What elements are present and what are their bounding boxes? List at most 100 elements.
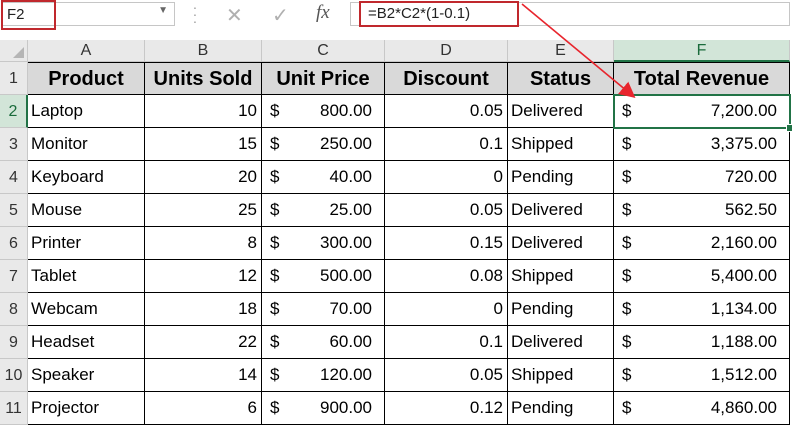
cell-f6[interactable]: $2,160.00 — [614, 227, 790, 260]
formula-bar-area: F2 ▼ · · · ✕ ✓ fx =B2*C2*(1-0.1) — [0, 0, 792, 32]
cell-c4[interactable]: $40.00 — [262, 161, 385, 194]
header-cell-b[interactable]: Units Sold — [145, 62, 262, 95]
cell-e9[interactable]: Delivered — [508, 326, 614, 359]
drag-dots-icon[interactable]: · · · — [191, 0, 199, 28]
column-header-b[interactable]: B — [145, 40, 262, 62]
cell-c6[interactable]: $300.00 — [262, 227, 385, 260]
cell-f11[interactable]: $4,860.00 — [614, 392, 790, 425]
cell-a2[interactable]: Laptop — [28, 95, 145, 128]
cell-d10[interactable]: 0.05 — [385, 359, 508, 392]
column-header-c[interactable]: C — [262, 40, 385, 62]
cell-b7[interactable]: 12 — [145, 260, 262, 293]
row-header-2[interactable]: 2 — [0, 95, 28, 128]
cell-f9[interactable]: $1,188.00 — [614, 326, 790, 359]
cell-a10[interactable]: Speaker — [28, 359, 145, 392]
currency-symbol: $ — [622, 233, 632, 252]
cell-c7[interactable]: $500.00 — [262, 260, 385, 293]
cell-f3[interactable]: $3,375.00 — [614, 128, 790, 161]
header-cell-f[interactable]: Total Revenue — [614, 62, 790, 95]
cell-f4[interactable]: $720.00 — [614, 161, 790, 194]
insert-function-icon[interactable]: fx — [316, 2, 330, 24]
cell-b2[interactable]: 10 — [145, 95, 262, 128]
cell-b4[interactable]: 20 — [145, 161, 262, 194]
cell-d3[interactable]: 0.1 — [385, 128, 508, 161]
cell-c2[interactable]: $800.00 — [262, 95, 385, 128]
row-header-8[interactable]: 8 — [0, 293, 28, 326]
cell-c8[interactable]: $70.00 — [262, 293, 385, 326]
cell-d7[interactable]: 0.08 — [385, 260, 508, 293]
cell-d4[interactable]: 0 — [385, 161, 508, 194]
cell-d2[interactable]: 0.05 — [385, 95, 508, 128]
cell-e5[interactable]: Delivered — [508, 194, 614, 227]
formula-annotation-box — [359, 1, 519, 27]
row-header-9[interactable]: 9 — [0, 326, 28, 359]
cell-b11[interactable]: 6 — [145, 392, 262, 425]
cell-b10[interactable]: 14 — [145, 359, 262, 392]
column-header-d[interactable]: D — [385, 40, 508, 62]
chevron-down-icon[interactable]: ▼ — [158, 5, 168, 16]
cancel-icon[interactable]: ✕ — [226, 3, 243, 28]
cell-a3[interactable]: Monitor — [28, 128, 145, 161]
cell-b5[interactable]: 25 — [145, 194, 262, 227]
row-header-5[interactable]: 5 — [0, 194, 28, 227]
cell-b6[interactable]: 8 — [145, 227, 262, 260]
cell-a9[interactable]: Headset — [28, 326, 145, 359]
cell-b8[interactable]: 18 — [145, 293, 262, 326]
cell-a8[interactable]: Webcam — [28, 293, 145, 326]
cell-value: 1,134.00 — [710, 299, 777, 318]
header-cell-a[interactable]: Product — [28, 62, 145, 95]
column-header-f[interactable]: F — [614, 40, 790, 62]
enter-check-icon[interactable]: ✓ — [272, 3, 289, 28]
row-header-10[interactable]: 10 — [0, 359, 28, 392]
cell-d9[interactable]: 0.1 — [385, 326, 508, 359]
cell-a4[interactable]: Keyboard — [28, 161, 145, 194]
header-cell-c[interactable]: Unit Price — [262, 62, 385, 95]
cell-d11[interactable]: 0.12 — [385, 392, 508, 425]
row-header-1[interactable]: 1 — [0, 62, 28, 95]
cell-c11[interactable]: $900.00 — [262, 392, 385, 425]
cell-f7[interactable]: $5,400.00 — [614, 260, 790, 293]
currency-symbol: $ — [270, 101, 280, 120]
cell-e10[interactable]: Shipped — [508, 359, 614, 392]
cell-e11[interactable]: Pending — [508, 392, 614, 425]
cell-b9[interactable]: 22 — [145, 326, 262, 359]
row-header-11[interactable]: 11 — [0, 392, 28, 425]
cell-c10[interactable]: $120.00 — [262, 359, 385, 392]
cell-d6[interactable]: 0.15 — [385, 227, 508, 260]
row-header-7[interactable]: 7 — [0, 260, 28, 293]
cell-e4[interactable]: Pending — [508, 161, 614, 194]
currency-symbol: $ — [622, 134, 632, 153]
cell-c9[interactable]: $60.00 — [262, 326, 385, 359]
row-header-3[interactable]: 3 — [0, 128, 28, 161]
currency-symbol: $ — [270, 398, 280, 417]
row-header-4[interactable]: 4 — [0, 161, 28, 194]
column-header-a[interactable]: A — [28, 40, 145, 62]
cell-a11[interactable]: Projector — [28, 392, 145, 425]
cell-f10[interactable]: $1,512.00 — [614, 359, 790, 392]
row-header-6[interactable]: 6 — [0, 227, 28, 260]
cell-e3[interactable]: Shipped — [508, 128, 614, 161]
cell-d8[interactable]: 0 — [385, 293, 508, 326]
currency-symbol: $ — [622, 200, 632, 219]
cell-a5[interactable]: Mouse — [28, 194, 145, 227]
cell-e2[interactable]: Delivered — [508, 95, 614, 128]
cell-e6[interactable]: Delivered — [508, 227, 614, 260]
currency-symbol: $ — [270, 167, 280, 186]
cell-e8[interactable]: Pending — [508, 293, 614, 326]
cell-e7[interactable]: Shipped — [508, 260, 614, 293]
cell-f8[interactable]: $1,134.00 — [614, 293, 790, 326]
currency-symbol: $ — [270, 332, 280, 351]
header-cell-e[interactable]: Status — [508, 62, 614, 95]
fill-handle[interactable] — [786, 124, 792, 132]
cell-c5[interactable]: $25.00 — [262, 194, 385, 227]
cell-value: 800.00 — [320, 101, 372, 120]
cell-f5[interactable]: $562.50 — [614, 194, 790, 227]
cell-b3[interactable]: 15 — [145, 128, 262, 161]
cell-a6[interactable]: Printer — [28, 227, 145, 260]
cell-a7[interactable]: Tablet — [28, 260, 145, 293]
column-header-e[interactable]: E — [508, 40, 614, 62]
cell-d5[interactable]: 0.05 — [385, 194, 508, 227]
header-cell-d[interactable]: Discount — [385, 62, 508, 95]
cell-c3[interactable]: $250.00 — [262, 128, 385, 161]
select-all-button[interactable] — [0, 40, 28, 62]
